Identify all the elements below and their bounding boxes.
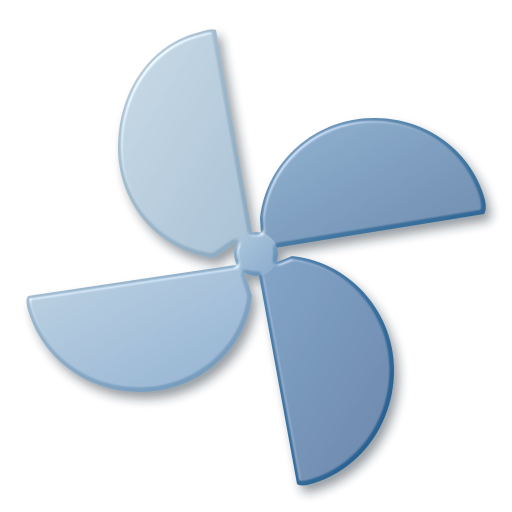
blade-right [260, 118, 486, 250]
blade-left [26, 264, 252, 392]
pinwheel-icon [26, 29, 486, 486]
pinwheel-blades [26, 29, 486, 486]
blade-top [118, 29, 252, 259]
blade-bottom [258, 256, 394, 486]
pinwheel-hub [234, 232, 278, 276]
logo-canvas [0, 0, 512, 512]
